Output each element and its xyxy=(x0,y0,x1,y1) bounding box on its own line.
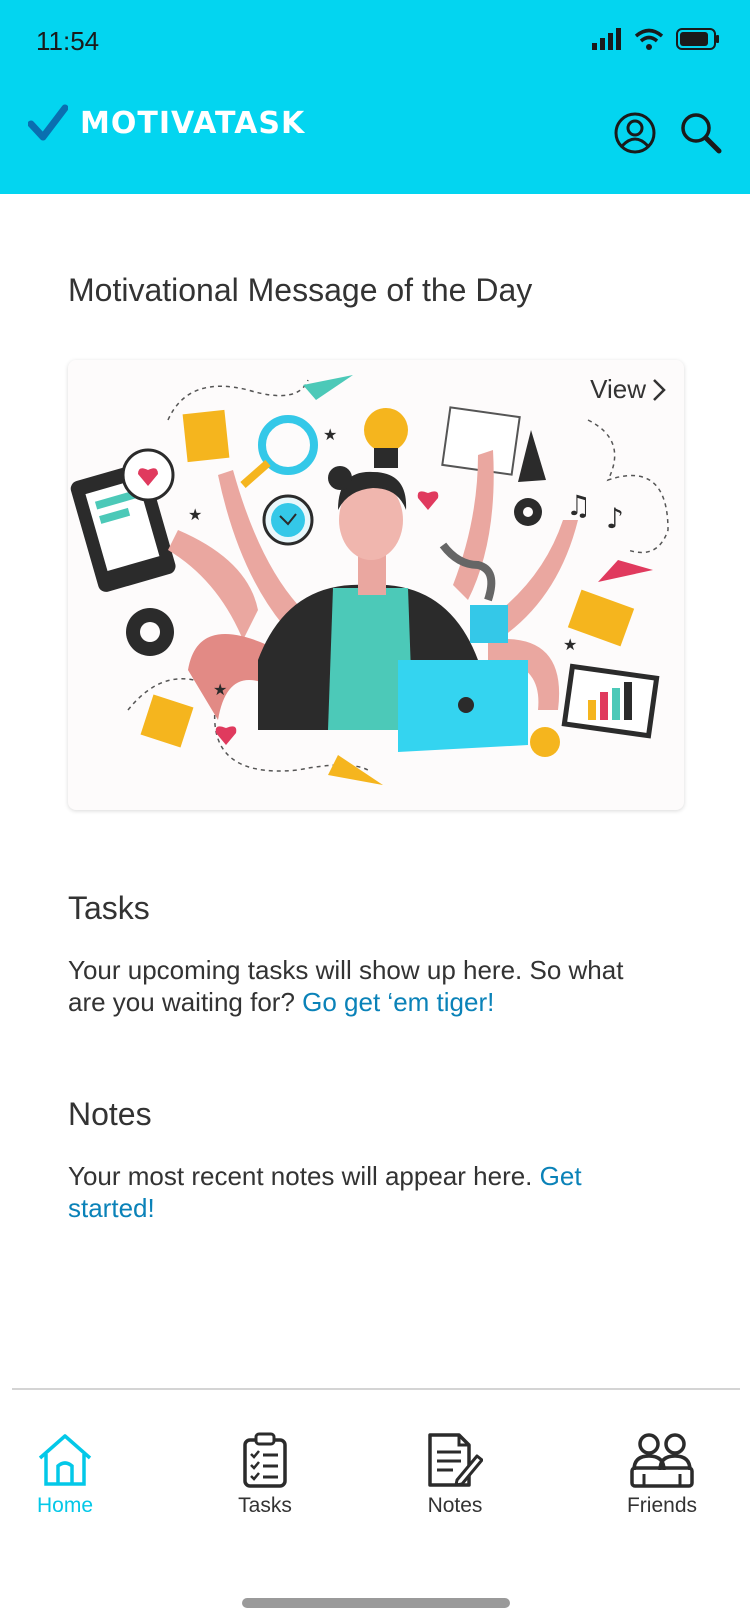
chevron-right-icon xyxy=(653,378,666,401)
motivation-card[interactable]: ♫ ♪ ★ ★ ★ ★ View xyxy=(68,360,684,810)
tasks-empty-message: Your upcoming tasks will show up here. S… xyxy=(68,954,668,1018)
view-label: View xyxy=(590,374,646,404)
search-icon xyxy=(681,113,722,154)
tasks-title: Tasks xyxy=(68,890,150,926)
view-button[interactable]: View xyxy=(590,374,666,405)
svg-text:♫: ♫ xyxy=(566,489,591,522)
home-icon xyxy=(38,1434,92,1486)
tab-friends[interactable]: Friends xyxy=(592,1432,732,1518)
tab-bar: Home Tasks Notes Friends xyxy=(0,1432,750,1542)
wifi-icon xyxy=(634,28,664,50)
app-logo: MOTIVATASK xyxy=(28,104,305,142)
friends-icon xyxy=(630,1433,694,1488)
tab-notes[interactable]: Notes xyxy=(385,1432,525,1518)
battery-icon xyxy=(676,28,719,50)
svg-text:♪: ♪ xyxy=(606,502,624,535)
profile-button[interactable] xyxy=(612,110,658,156)
svg-text:★: ★ xyxy=(188,505,202,524)
notes-title: Notes xyxy=(68,1096,152,1132)
svg-text:★: ★ xyxy=(323,425,337,444)
tab-tasks-label: Tasks xyxy=(238,1494,292,1517)
app-name: MOTIVATASK xyxy=(80,105,306,141)
status-icons xyxy=(592,28,720,50)
svg-text:★: ★ xyxy=(213,680,227,699)
tab-home-label: Home xyxy=(36,1494,94,1517)
checkmark-icon xyxy=(28,104,68,141)
notes-text: Your most recent notes will appear here. xyxy=(68,1161,540,1191)
tasks-cta-link[interactable]: Go get ‘em tiger! xyxy=(302,987,494,1017)
tab-home[interactable]: Home xyxy=(0,1432,135,1518)
tab-notes-label: Notes xyxy=(427,1494,483,1517)
multitasking-illustration: ♫ ♪ ★ ★ ★ ★ xyxy=(70,375,669,785)
tab-tasks[interactable]: Tasks xyxy=(195,1432,335,1518)
clipboard-icon xyxy=(243,1432,287,1488)
tab-friends-label: Friends xyxy=(626,1494,698,1517)
notes-icon xyxy=(428,1433,483,1487)
svg-text:★: ★ xyxy=(563,635,577,654)
home-indicator xyxy=(242,1598,510,1608)
signal-icon xyxy=(592,28,621,50)
status-time: 11:54 xyxy=(36,26,100,56)
search-button[interactable] xyxy=(678,110,724,156)
app-header: 11:54 MOTIVATASK xyxy=(0,0,750,194)
notes-empty-message: Your most recent notes will appear here.… xyxy=(68,1160,628,1224)
motivation-title: Motivational Message of the Day xyxy=(68,272,533,308)
tabbar-divider xyxy=(12,1388,740,1390)
user-icon xyxy=(614,112,656,154)
